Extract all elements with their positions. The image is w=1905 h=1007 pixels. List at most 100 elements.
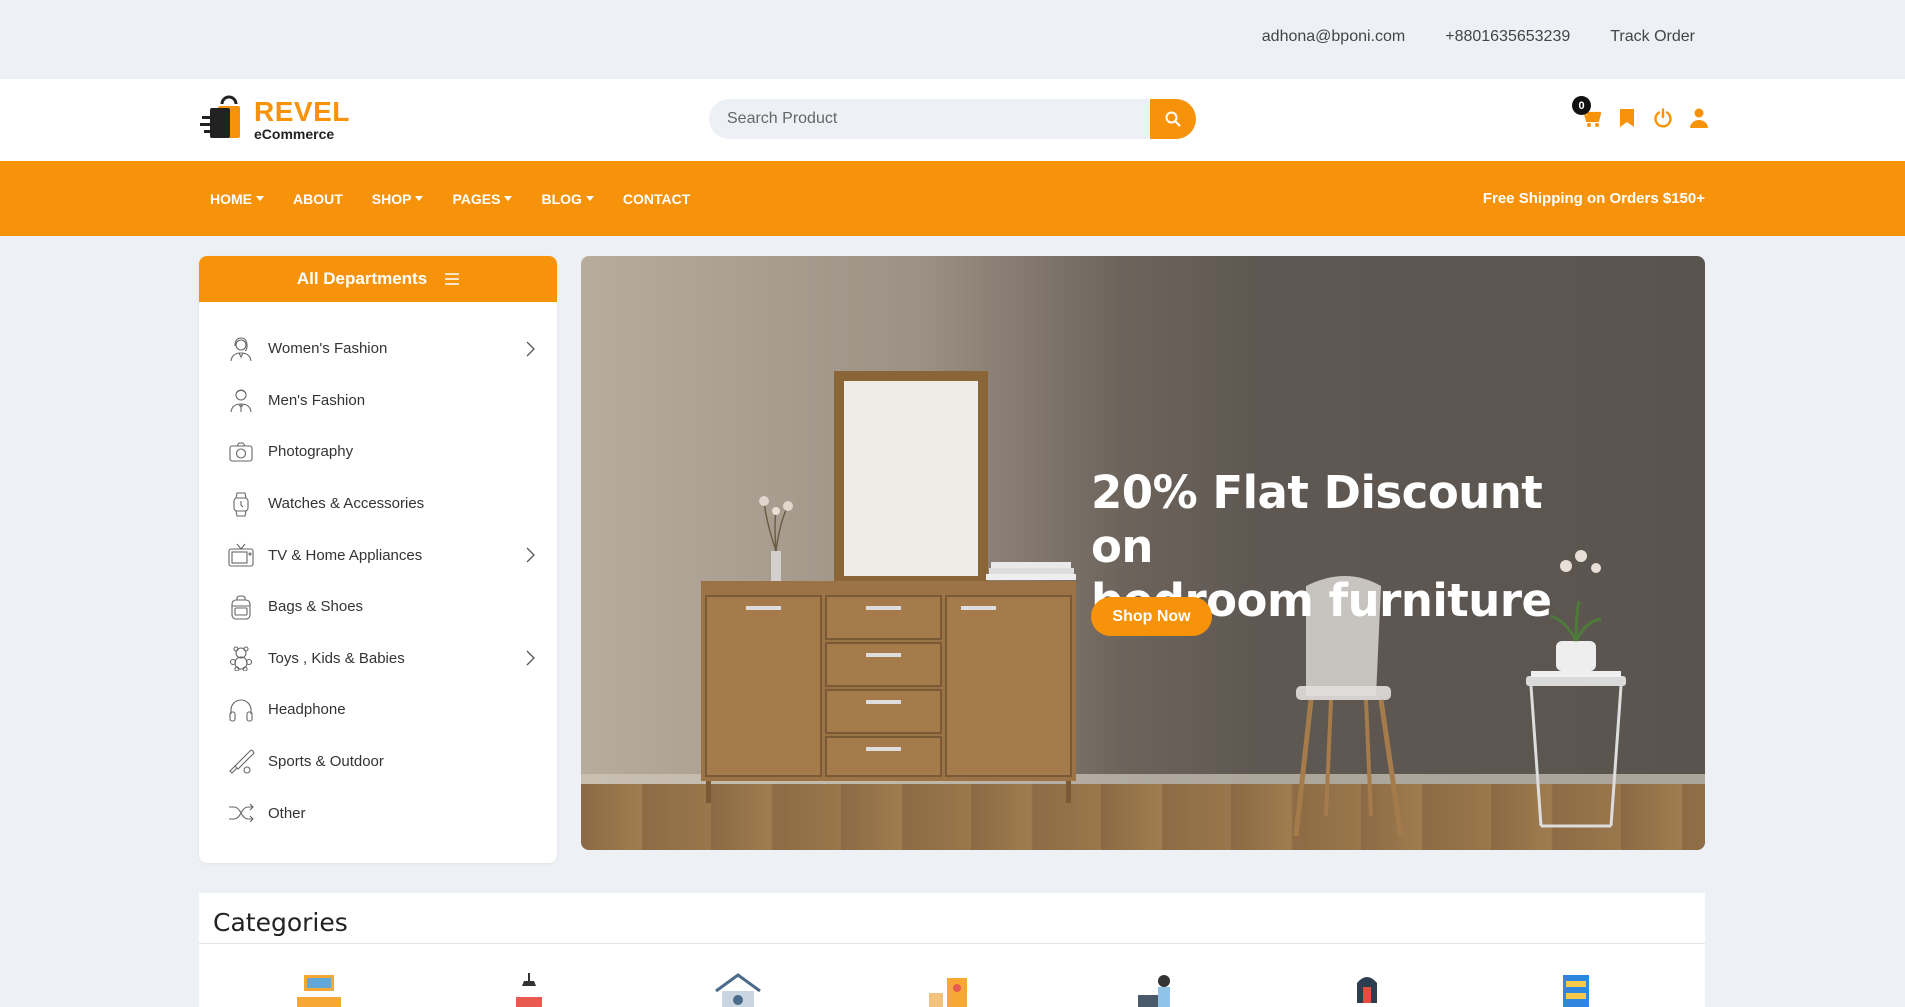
categories-section: Categories: [199, 893, 1705, 1007]
bookmark-icon: [1620, 109, 1634, 127]
department-label: Watches & Accessories: [268, 495, 425, 513]
department-label: Toys , Kids & Babies: [268, 649, 405, 667]
department-item-photography[interactable]: Photography: [199, 426, 557, 478]
logo-text: REVEL eCommerce: [254, 95, 350, 142]
departments-panel: All Departments Women's Fashion Men's Fa…: [199, 256, 557, 863]
hero-headline-line1: 20% Flat Discount on: [1091, 466, 1543, 573]
logo-bag-icon: [200, 95, 240, 138]
department-item-womens-fashion[interactable]: Women's Fashion: [199, 323, 557, 375]
user-icon: [1690, 108, 1708, 128]
nav-label: CONTACT: [622, 190, 691, 207]
man-icon: [227, 386, 255, 414]
department-item-headphone[interactable]: Headphone: [199, 684, 557, 736]
header-icons: 0: [1572, 96, 1710, 129]
department-label: TV & Home Appliances: [268, 546, 423, 564]
header: REVEL eCommerce 0: [0, 79, 1905, 161]
department-item-watches[interactable]: Watches & Accessories: [199, 478, 557, 530]
main-nav: HOME ABOUT SHOP PAGES BLOG CONTACT Free …: [0, 161, 1905, 236]
chevron-right-icon: [526, 341, 535, 357]
search-input[interactable]: [709, 99, 1150, 139]
category-item[interactable]: [1342, 973, 1392, 1007]
department-label: Photography: [268, 443, 354, 461]
woman-icon: [227, 335, 255, 363]
nav-item-blog[interactable]: BLOG: [541, 190, 594, 207]
nav-label: SHOP: [371, 190, 412, 207]
nav-label: ABOUT: [293, 190, 343, 207]
chevron-right-icon: [526, 650, 535, 666]
category-item[interactable]: [1132, 973, 1182, 1007]
caret-down-icon: [585, 196, 594, 201]
bag-icon: [227, 593, 255, 621]
department-item-other[interactable]: Other: [199, 787, 557, 839]
shipping-promo: Free Shipping on Orders $150+: [1482, 190, 1705, 207]
category-item[interactable]: [713, 973, 763, 1007]
departments-list: Women's Fashion Men's Fashion Photograph…: [199, 302, 557, 839]
department-item-sports[interactable]: Sports & Outdoor: [199, 736, 557, 788]
phone-link[interactable]: +8801635653239: [1445, 28, 1570, 46]
logo[interactable]: REVEL eCommerce: [200, 94, 350, 144]
nav-label: HOME: [210, 190, 252, 207]
search-bar: [709, 99, 1196, 139]
nav-item-contact[interactable]: CONTACT: [623, 191, 690, 207]
shuffle-icon: [227, 799, 255, 827]
nav-label: BLOG: [541, 190, 582, 207]
logout-button[interactable]: [1652, 107, 1674, 129]
bookmark-button[interactable]: [1616, 107, 1638, 129]
departments-title: All Departments: [296, 269, 428, 288]
categories-title: Categories: [213, 908, 348, 937]
cart-button[interactable]: 0: [1572, 96, 1602, 129]
department-label: Sports & Outdoor: [268, 753, 384, 771]
chevron-right-icon: [526, 547, 535, 563]
account-button[interactable]: [1688, 107, 1710, 129]
nav-item-about[interactable]: ABOUT: [293, 191, 343, 207]
department-item-bags-shoes[interactable]: Bags & Shoes: [199, 581, 557, 633]
watch-icon: [227, 490, 255, 518]
house-icon: [715, 973, 761, 1007]
office-desk-icon: [1138, 975, 1170, 1007]
cart-count-badge: 0: [1572, 96, 1591, 115]
nav-item-home[interactable]: HOME: [210, 191, 264, 207]
department-label: Men's Fashion: [268, 391, 366, 409]
email-link[interactable]: adhona@bponi.com: [1262, 28, 1405, 46]
department-label: Bags & Shoes: [268, 598, 364, 616]
menu-icon: [445, 273, 460, 285]
department-item-toys-kids[interactable]: Toys , Kids & Babies: [199, 633, 557, 685]
track-order-link[interactable]: Track Order: [1610, 28, 1695, 46]
caret-down-icon: [504, 196, 513, 201]
caret-down-icon: [256, 196, 264, 201]
bat-icon: [227, 748, 255, 776]
department-item-mens-fashion[interactable]: Men's Fashion: [199, 375, 557, 427]
department-item-tv-home[interactable]: TV & Home Appliances: [199, 529, 557, 581]
category-item[interactable]: [294, 973, 344, 1007]
search-icon: [1165, 111, 1181, 127]
logo-subtitle: eCommerce: [254, 125, 335, 142]
category-item[interactable]: [923, 973, 973, 1007]
hero-banner: 20% Flat Discount on bedroom furniture S…: [581, 256, 1705, 850]
category-item[interactable]: [1551, 973, 1601, 1007]
tv-stand-icon: [297, 975, 341, 1007]
department-label: Other: [268, 804, 306, 822]
nav-item-shop[interactable]: SHOP: [372, 191, 424, 207]
cabinet-icon: [929, 978, 967, 1007]
tv-icon: [227, 541, 255, 569]
lamp-table-icon: [516, 973, 542, 1007]
caret-down-icon: [415, 196, 424, 201]
nav-label: PAGES: [452, 190, 501, 207]
departments-toggle[interactable]: All Departments: [199, 256, 557, 302]
bookshelf-icon: [1563, 975, 1589, 1007]
categories-divider: [199, 943, 1705, 944]
department-label: Headphone: [268, 701, 346, 719]
teddy-bear-icon: [227, 644, 255, 672]
topbar: adhona@bponi.com +8801635653239 Track Or…: [0, 0, 1905, 79]
shop-now-button[interactable]: Shop Now: [1091, 597, 1212, 636]
topbar-links: adhona@bponi.com +8801635653239 Track Or…: [1262, 28, 1695, 46]
search-button[interactable]: [1150, 99, 1196, 139]
nav-item-pages[interactable]: PAGES: [452, 190, 513, 207]
power-icon: [1654, 108, 1672, 128]
headphone-icon: [227, 696, 255, 724]
camera-icon: [227, 438, 255, 466]
category-item[interactable]: [504, 973, 554, 1007]
logo-title: REVEL: [254, 95, 350, 127]
gaming-chair-icon: [1357, 977, 1377, 1003]
nav-menu: HOME ABOUT SHOP PAGES BLOG CONTACT: [210, 161, 690, 236]
